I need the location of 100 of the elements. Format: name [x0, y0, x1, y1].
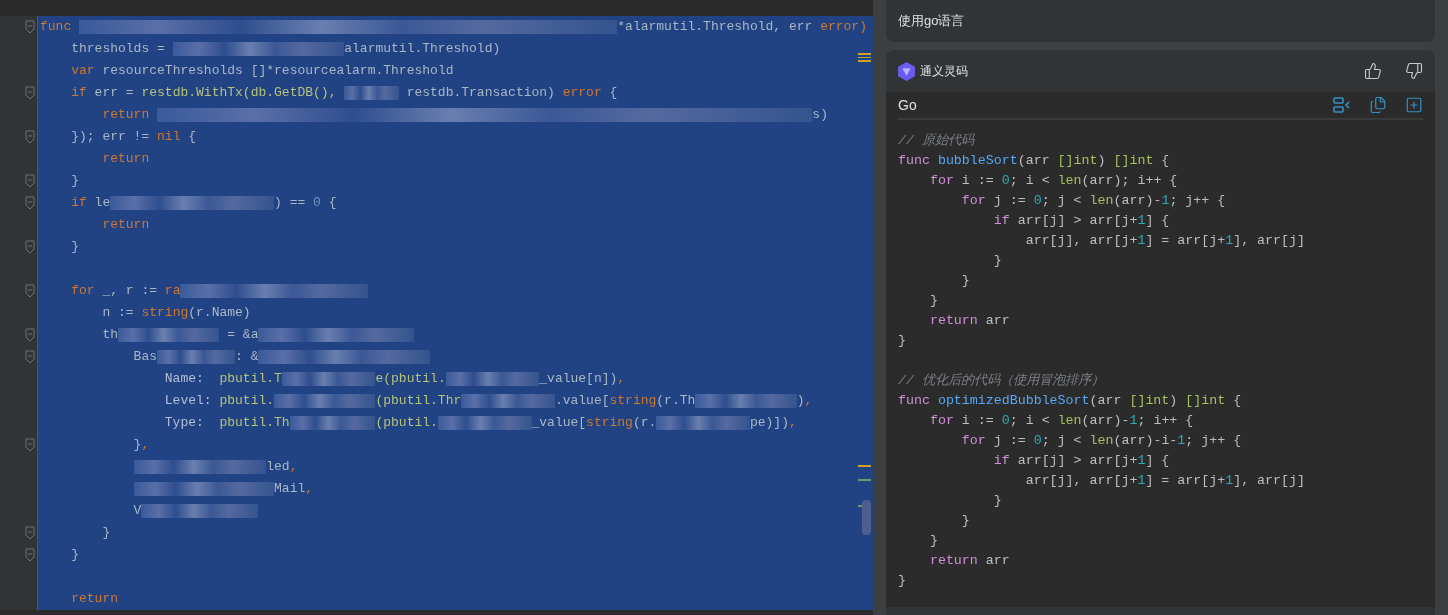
code-text: i := — [961, 172, 995, 191]
insert-code-icon[interactable] — [1333, 97, 1351, 113]
code-text: return — [70, 590, 118, 609]
code-text: resourceThresholds []*resourcealarm.Threshold — [102, 62, 454, 81]
code-text: ] { — [1145, 212, 1170, 231]
code-text: restdb.Transaction) — [405, 84, 556, 103]
code-text: ; j < — [1041, 192, 1083, 211]
code-text: return — [101, 216, 150, 235]
code-text: 1 — [1225, 472, 1234, 491]
code-text: (arr — [1017, 152, 1051, 171]
code-text: ; j++ { — [1169, 192, 1226, 211]
code-text: if — [70, 194, 88, 213]
code-text: return — [101, 106, 151, 125]
code-text: } — [992, 252, 1002, 271]
code-text: (arr)- — [1081, 412, 1130, 431]
code-text: } — [960, 512, 970, 531]
code-text: return — [101, 150, 150, 169]
code-text: (pbutil.Thr — [375, 392, 462, 411]
code-text: V — [132, 502, 142, 521]
code-text: ; j < — [1041, 432, 1083, 451]
code-text: } — [928, 532, 938, 551]
fold-marker-icon[interactable] — [25, 20, 35, 34]
code-text: for — [960, 192, 987, 211]
code-text: { — [1160, 152, 1170, 171]
code-text: s) — [812, 106, 828, 125]
code-text: if — [992, 212, 1011, 231]
fold-marker-icon[interactable] — [25, 284, 35, 298]
code-text: ) — [1097, 152, 1107, 171]
logo-icon — [898, 61, 915, 81]
code-text: 1 — [1137, 212, 1146, 231]
code-text: 1 — [1137, 452, 1146, 471]
code-text: (pbutil. — [375, 414, 438, 433]
scrollbar-thumb[interactable] — [862, 500, 871, 535]
code-text: ], arr[j] — [1233, 232, 1305, 251]
code-text: j := — [993, 192, 1027, 211]
fold-marker-icon[interactable] — [25, 86, 35, 100]
code-text: } — [898, 572, 906, 591]
code-text: len — [1057, 172, 1082, 191]
code-text: len — [1057, 412, 1082, 431]
code-text: 1 — [1137, 232, 1146, 251]
code-text: ) — [1169, 392, 1179, 411]
code-text: if — [992, 452, 1011, 471]
fold-marker-icon[interactable] — [25, 438, 35, 452]
code-text: pbutil.T — [219, 370, 282, 389]
fold-marker-icon[interactable] — [25, 130, 35, 144]
code-text: thresholds = — [70, 40, 166, 59]
code-text: , — [617, 370, 626, 389]
code-text: _value[n]) — [539, 370, 618, 389]
scrollbar-marker — [858, 479, 871, 481]
code-text: pbutil.Th — [219, 414, 290, 433]
fold-marker-icon[interactable] — [25, 196, 35, 210]
code-text: func — [898, 392, 931, 411]
code-text: bubbleSort — [937, 152, 1018, 171]
code-text: return — [928, 552, 979, 571]
code-text: 0 — [1001, 172, 1010, 191]
code-text: *alarmutil.Threshold, err — [617, 18, 814, 37]
code-text: return — [928, 312, 979, 331]
code-text: // 优化后的代码（使用冒泡排序） — [898, 372, 1104, 391]
code-text: []int — [1113, 152, 1154, 171]
code-text: 1 — [1161, 192, 1170, 211]
code-text: } — [898, 332, 906, 351]
code-text: { — [1232, 392, 1242, 411]
code-text: alarmutil.Threshold) — [344, 40, 501, 59]
code-text: (r. — [632, 414, 657, 433]
code-text: 0 — [1001, 412, 1010, 431]
code-text: .value[ — [554, 392, 610, 411]
code-text: if — [70, 84, 88, 103]
fold-marker-icon[interactable] — [25, 240, 35, 254]
fold-marker-icon[interactable] — [25, 548, 35, 562]
code-text: (r.Name) — [188, 304, 251, 323]
thumbs-down-icon[interactable] — [1405, 62, 1423, 80]
code-text: } — [132, 436, 142, 455]
fold-marker-icon[interactable] — [25, 328, 35, 342]
scrollbar-marker — [858, 465, 871, 467]
code-text: th — [101, 326, 118, 345]
code-text: for — [928, 172, 955, 191]
new-file-icon[interactable] — [1405, 96, 1423, 114]
code-text: (arr — [1089, 392, 1123, 411]
thumbs-up-icon[interactable] — [1364, 62, 1382, 80]
code-text: Mail — [274, 480, 306, 499]
code-text: le — [94, 194, 111, 213]
code-text: 1 — [1177, 432, 1186, 451]
code-text: func — [898, 152, 931, 171]
code-text: Name: — [163, 370, 205, 389]
code-text: , — [305, 480, 314, 499]
fold-marker-icon[interactable] — [25, 174, 35, 188]
code-text: ; i++ { — [1137, 412, 1194, 431]
fold-marker-icon[interactable] — [25, 350, 35, 364]
assistant-name: 通义灵码 — [920, 63, 968, 80]
code-text: for — [960, 432, 987, 451]
code-text: 0 — [1033, 192, 1042, 211]
fold-marker-icon[interactable] — [25, 526, 35, 540]
code-text: , — [141, 436, 150, 455]
scrollbar-marker — [858, 53, 871, 62]
code-text: Bas — [132, 348, 158, 367]
code-text: pbutil. — [219, 392, 275, 411]
code-text: []int — [1185, 392, 1226, 411]
code-text: len — [1089, 192, 1114, 211]
copy-icon[interactable] — [1369, 96, 1387, 114]
code-text: []int — [1129, 392, 1170, 411]
